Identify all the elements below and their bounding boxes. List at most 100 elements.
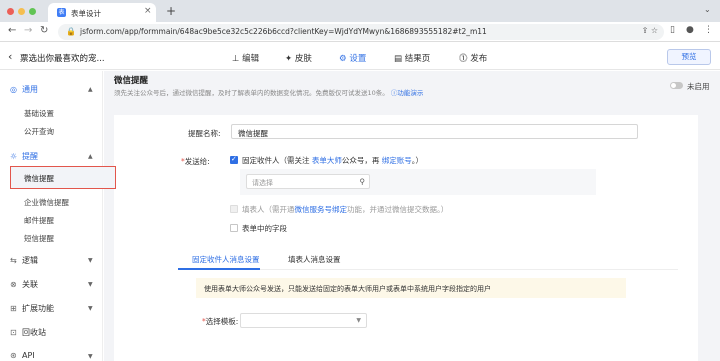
skin-icon: ✦ bbox=[285, 54, 295, 64]
sidebar-item-wechat-remind[interactable]: 微信提醒 bbox=[10, 166, 116, 189]
form-master-link[interactable]: 表单大师 bbox=[312, 156, 342, 165]
filler-option: 填表人（需开通微信服务号绑定功能，并通过微信提交数据。） bbox=[242, 205, 449, 214]
publish-icon: ⓵ bbox=[459, 54, 471, 64]
form-field-option: 表单中的字段 bbox=[242, 224, 287, 233]
chevron-down-icon[interactable]: ▼ bbox=[88, 305, 93, 312]
section-label: 扩展功能 bbox=[22, 304, 54, 313]
sidebar-section-extension[interactable]: ⊞ 扩展功能 bbox=[10, 303, 54, 314]
template-label: *选择模板: bbox=[202, 317, 239, 326]
reload-icon[interactable]: ↻ bbox=[40, 25, 48, 36]
bind-account-link[interactable]: 绑定账号 bbox=[382, 156, 412, 165]
nav-label: 皮肤 bbox=[294, 54, 312, 64]
nav-settings[interactable]: ⚙ 设置 bbox=[339, 52, 366, 64]
remind-config-card: 提醒名称: 微信提醒 *发送给: 固定收件人（需关注 表单大师公众号，再 绑定账… bbox=[114, 115, 698, 361]
edit-icon: ⊥ bbox=[232, 54, 243, 64]
description-text: 须先关注公众号后，通过微信提醒，及时了解表单内的数据变化情况。免费版仅可试发送1… bbox=[114, 89, 389, 97]
chevron-down-icon[interactable]: ▼ bbox=[88, 281, 93, 288]
settings-sidebar: ◎ 通用 ▲ 基础设置 公开查询 ☼ 提醒 ▲ 企业微信提醒 邮件提醒 短信提醒 ⇆… bbox=[0, 71, 103, 361]
browser-toolbar: ← → ↻ 🔒 jsform.com/app/formmain/648ac9be… bbox=[0, 22, 720, 42]
window-zoom-button[interactable] bbox=[29, 8, 36, 15]
share-star-icons[interactable]: ⇪ ☆ bbox=[642, 26, 658, 35]
tab-title: 表单设计 bbox=[71, 9, 101, 18]
chevron-down-icon[interactable]: ▼ bbox=[88, 353, 93, 360]
api-icon: ⊛ bbox=[10, 351, 17, 360]
sidebar-item-email-remind[interactable]: 邮件提醒 bbox=[24, 215, 54, 226]
window-minimize-button[interactable] bbox=[18, 8, 25, 15]
lock-icon: 🔒 bbox=[66, 27, 76, 36]
demo-link[interactable]: 功能演示 bbox=[397, 89, 423, 97]
wechat-bind-link[interactable]: 微信服务号绑定 bbox=[295, 205, 348, 214]
nav-skin[interactable]: ✦ 皮肤 bbox=[285, 52, 312, 64]
preview-button[interactable]: 预览 bbox=[667, 49, 711, 65]
section-label: 关联 bbox=[22, 280, 38, 289]
info-text: 使用表单大师公众号发送，只能发送给固定的表单大师用户或表单中系统用户字段指定的用… bbox=[204, 285, 491, 293]
link-icon: ⊗ bbox=[10, 280, 17, 289]
sidebar-item-sms-remind[interactable]: 短信提醒 bbox=[24, 233, 54, 244]
form-title: 票选出你最喜欢的宠... bbox=[20, 54, 105, 64]
sidebar-section-api[interactable]: ⊛ API bbox=[10, 351, 35, 360]
sidebar-section-general[interactable]: ◎ 通用 bbox=[10, 84, 38, 95]
section-label: 回收站 bbox=[22, 328, 46, 337]
nav-label: 发布 bbox=[470, 54, 488, 64]
section-label: API bbox=[22, 351, 35, 360]
browser-tab-strip: 表 表单设计 × + ⌄ bbox=[0, 0, 720, 22]
fixed-recipient-checkbox[interactable] bbox=[230, 155, 238, 164]
sidebar-section-remind[interactable]: ☼ 提醒 bbox=[10, 151, 38, 162]
main-content: 微信提醒 须先关注公众号后，通过微信提醒，及时了解表单内的数据变化情况。免费版仅… bbox=[104, 71, 720, 361]
message-settings-tabs: 固定收件人消息设置 填表人消息设置 bbox=[178, 246, 678, 270]
name-label: 提醒名称: bbox=[188, 129, 221, 138]
recipient-select[interactable]: 请选择 ⚲ bbox=[246, 174, 370, 189]
tab-fixed-recipient[interactable]: 固定收件人消息设置 bbox=[192, 254, 260, 265]
chevron-down-icon[interactable]: ⌄ bbox=[704, 5, 711, 14]
section-label: 提醒 bbox=[22, 152, 38, 161]
profile-icon[interactable]: ● bbox=[686, 25, 694, 35]
address-bar[interactable]: 🔒 jsform.com/app/formmain/648ac9be5ce32c… bbox=[58, 24, 664, 40]
recipient-placeholder: 请选择 bbox=[252, 179, 273, 187]
remind-name-input[interactable]: 微信提醒 bbox=[231, 124, 638, 139]
general-icon: ◎ bbox=[10, 85, 17, 94]
recipient-picker-area: 请选择 ⚲ bbox=[240, 169, 596, 195]
window-close-button[interactable] bbox=[7, 8, 14, 15]
new-tab-icon[interactable]: + bbox=[166, 4, 176, 18]
form-field-checkbox[interactable] bbox=[230, 224, 238, 232]
bell-icon: ☼ bbox=[10, 152, 18, 161]
sidebar-item-wecom-remind[interactable]: 企业微信提醒 bbox=[24, 197, 69, 208]
chevron-down-icon: ▼ bbox=[356, 317, 361, 324]
nav-edit[interactable]: ⊥ 编辑 bbox=[232, 52, 259, 64]
sidebar-section-link[interactable]: ⊗ 关联 bbox=[10, 279, 38, 290]
browser-tab[interactable]: 表 表单设计 × bbox=[48, 3, 156, 22]
nav-publish[interactable]: ⓵ 发布 bbox=[459, 52, 487, 64]
toggle-label: 未启用 bbox=[687, 82, 710, 91]
favicon-icon: 表 bbox=[57, 8, 66, 17]
sidebar-item-label: 微信提醒 bbox=[24, 174, 54, 183]
sidebar-item-basic-settings[interactable]: 基础设置 bbox=[24, 108, 54, 119]
back-arrow-icon[interactable]: ← bbox=[8, 25, 16, 36]
chevron-up-icon[interactable]: ▲ bbox=[88, 86, 93, 93]
section-label: 逻辑 bbox=[22, 256, 38, 265]
info-banner: 使用表单大师公众号发送，只能发送给固定的表单大师用户或表单中系统用户字段指定的用… bbox=[196, 278, 626, 298]
back-chevron-icon[interactable]: ‹ bbox=[8, 50, 12, 63]
sidebar-section-trash[interactable]: ⊡ 回收站 bbox=[10, 327, 46, 338]
settings-icon: ⚙ bbox=[339, 54, 350, 64]
send-to-label: *发送给: bbox=[181, 157, 210, 166]
chevron-down-icon[interactable]: ▼ bbox=[88, 257, 93, 264]
forward-arrow-icon[interactable]: → bbox=[24, 25, 32, 36]
sidebar-item-public-query[interactable]: 公开查询 bbox=[24, 126, 54, 137]
sidebar-section-logic[interactable]: ⇆ 逻辑 bbox=[10, 255, 38, 266]
nav-label: 结果页 bbox=[404, 54, 431, 64]
nav-label: 编辑 bbox=[242, 54, 260, 64]
page-description: 须先关注公众号后，通过微信提醒，及时了解表单内的数据变化情况。免费版仅可试发送1… bbox=[114, 87, 423, 97]
nav-result-page[interactable]: ▤ 结果页 bbox=[394, 52, 430, 64]
active-tab-indicator bbox=[178, 268, 260, 270]
app-header: ‹ 票选出你最喜欢的宠... ⊥ 编辑 ✦ 皮肤 ⚙ 设置 ▤ 结果页 ⓵ 发布… bbox=[0, 43, 720, 70]
filler-checkbox[interactable] bbox=[230, 205, 238, 213]
tab-filler[interactable]: 填表人消息设置 bbox=[288, 254, 341, 265]
logic-icon: ⇆ bbox=[10, 256, 17, 265]
template-select[interactable]: ▼ bbox=[240, 313, 367, 328]
close-icon[interactable]: × bbox=[144, 6, 152, 16]
enable-toggle[interactable] bbox=[670, 82, 683, 89]
chevron-up-icon[interactable]: ▲ bbox=[88, 153, 93, 160]
fixed-recipient-option: 固定收件人（需关注 表单大师公众号，再 绑定账号。） bbox=[242, 156, 424, 165]
sidebar-toggle-icon[interactable]: ▯ bbox=[670, 25, 675, 35]
more-menu-icon[interactable]: ⋮ bbox=[704, 25, 713, 35]
